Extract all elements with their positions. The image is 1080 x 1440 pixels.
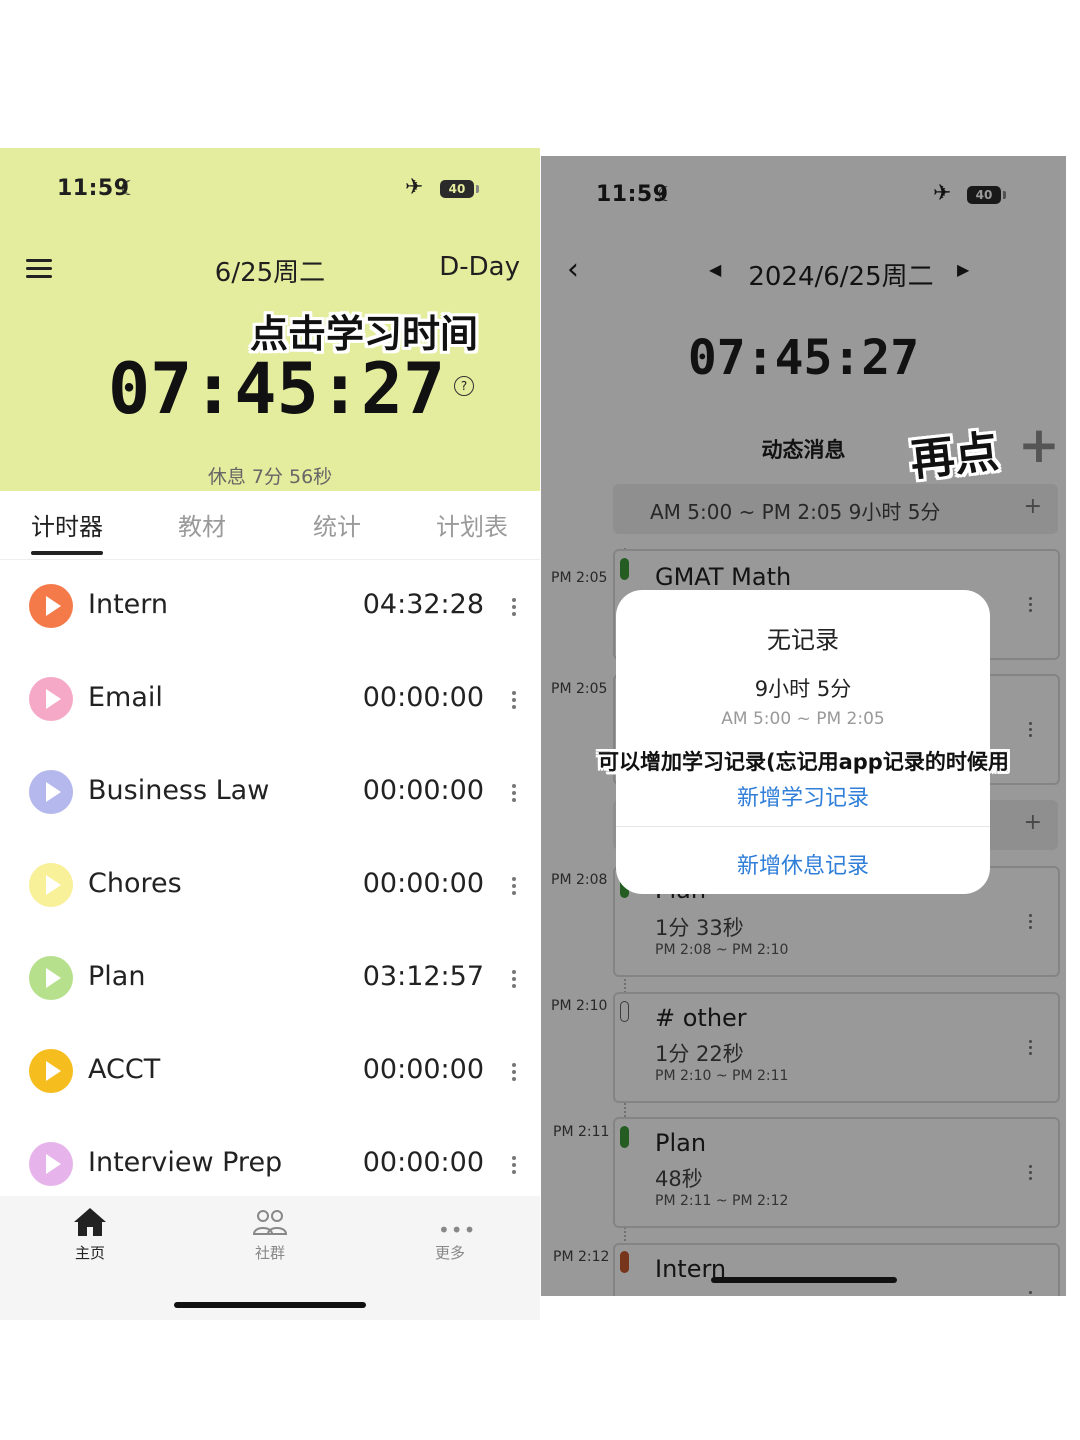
more-icon: •••: [438, 1218, 477, 1242]
subject-name: Chores: [88, 868, 182, 899]
home-icon: [74, 1208, 106, 1236]
play-icon[interactable]: [29, 584, 73, 628]
list-item[interactable]: Business Law 00:00:00: [0, 745, 540, 838]
dialog-range: AM 5:00 ~ PM 2:05: [721, 709, 885, 729]
subject-name: Plan: [88, 961, 146, 992]
home-indicator: [711, 1277, 897, 1283]
play-icon[interactable]: [29, 956, 73, 1000]
list-item[interactable]: Plan 03:12:57: [0, 931, 540, 1024]
tab-textbook[interactable]: 教材: [142, 507, 262, 542]
list-item[interactable]: Chores 00:00:00: [0, 838, 540, 931]
dialog-title: 无记录: [767, 626, 839, 654]
more-options-icon[interactable]: [512, 691, 516, 712]
add-study-record-button[interactable]: 新增学习记录: [616, 780, 990, 812]
subject-time: 00:00:00: [362, 775, 484, 806]
rest-time: 休息 7分 56秒: [207, 466, 333, 488]
subject-time: 00:00:00: [362, 868, 484, 899]
more-options-icon[interactable]: [512, 1156, 516, 1177]
nav-community-label: 社群: [254, 1244, 285, 1262]
help-icon[interactable]: ?: [454, 376, 474, 396]
more-options-icon[interactable]: [512, 1063, 516, 1084]
battery-icon: 40: [440, 180, 479, 198]
subject-name: Interview Prep: [88, 1147, 283, 1178]
subject-name: Intern: [88, 589, 169, 620]
moon-icon: ☾: [120, 176, 138, 200]
header-date[interactable]: 6/25周二: [170, 252, 370, 289]
dialog-duration: 9小时 5分: [754, 677, 852, 701]
tab-schedule[interactable]: 计划表: [412, 507, 532, 542]
plus-icon: +: [1018, 416, 1060, 474]
bottom-nav: 主页 社群 ••• 更多: [0, 1196, 540, 1320]
dday-button[interactable]: D-Day: [420, 252, 520, 282]
nav-more[interactable]: ••• 更多: [410, 1204, 490, 1274]
play-icon[interactable]: [29, 1049, 73, 1093]
subject-name: Email: [88, 682, 163, 713]
more-options-icon[interactable]: [512, 598, 516, 619]
nav-more-label: 更多: [434, 1244, 465, 1262]
subject-time: 00:00:00: [362, 1054, 484, 1085]
annotation-add-record-hint: 可以增加学习记录(忘记用app记录的时候用: [598, 750, 1009, 774]
tab-bar: 计时器 教材 统计 计划表: [0, 491, 540, 560]
list-item[interactable]: Intern 04:32:28: [0, 559, 540, 652]
dialog-divider: [616, 826, 990, 827]
nav-home-label: 主页: [74, 1244, 105, 1262]
more-options-icon[interactable]: [512, 877, 516, 898]
tab-timer[interactable]: 计时器: [8, 507, 126, 542]
add-rest-record-button[interactable]: 新增休息记录: [616, 848, 990, 880]
more-options-icon[interactable]: [512, 784, 516, 805]
tab-stats[interactable]: 统计: [277, 507, 397, 542]
tab-active-indicator: [31, 551, 103, 555]
nav-community[interactable]: 社群: [230, 1204, 310, 1274]
community-icon: [252, 1210, 288, 1235]
menu-icon[interactable]: [26, 259, 52, 281]
subject-time: 04:32:28: [362, 589, 484, 620]
list-item[interactable]: Email 00:00:00: [0, 652, 540, 745]
status-time: 11:59: [57, 176, 130, 201]
play-icon[interactable]: [29, 863, 73, 907]
subject-name: Business Law: [88, 775, 270, 806]
no-record-dialog: 无记录 9小时 5分 AM 5:00 ~ PM 2:05 新增学习记录 新增休息…: [616, 590, 990, 894]
subject-time: 00:00:00: [362, 682, 484, 713]
play-icon[interactable]: [29, 677, 73, 721]
more-options-icon[interactable]: [512, 970, 516, 991]
nav-home[interactable]: 主页: [50, 1204, 130, 1274]
play-icon[interactable]: [29, 1142, 73, 1186]
left-phone-screen: 11:59 ☾ ✈ 40 6/25周二 D-Day 点击学习时间 07:45:2…: [0, 148, 540, 1320]
list-item[interactable]: ACCT 00:00:00: [0, 1024, 540, 1117]
timer-hero: 11:59 ☾ ✈ 40 6/25周二 D-Day 点击学习时间 07:45:2…: [0, 148, 540, 491]
home-indicator: [174, 1302, 366, 1308]
subject-time: 03:12:57: [362, 961, 484, 992]
annotation-tap-again: 再点: [908, 426, 1001, 487]
subject-name: ACCT: [88, 1054, 161, 1085]
airplane-icon: ✈: [405, 175, 424, 200]
study-time-total[interactable]: 07:45:27: [108, 348, 445, 430]
subject-list: Intern 04:32:28 Email 00:00:00 Business …: [0, 559, 540, 1196]
subject-time: 00:00:00: [362, 1147, 484, 1178]
play-icon[interactable]: [29, 770, 73, 814]
